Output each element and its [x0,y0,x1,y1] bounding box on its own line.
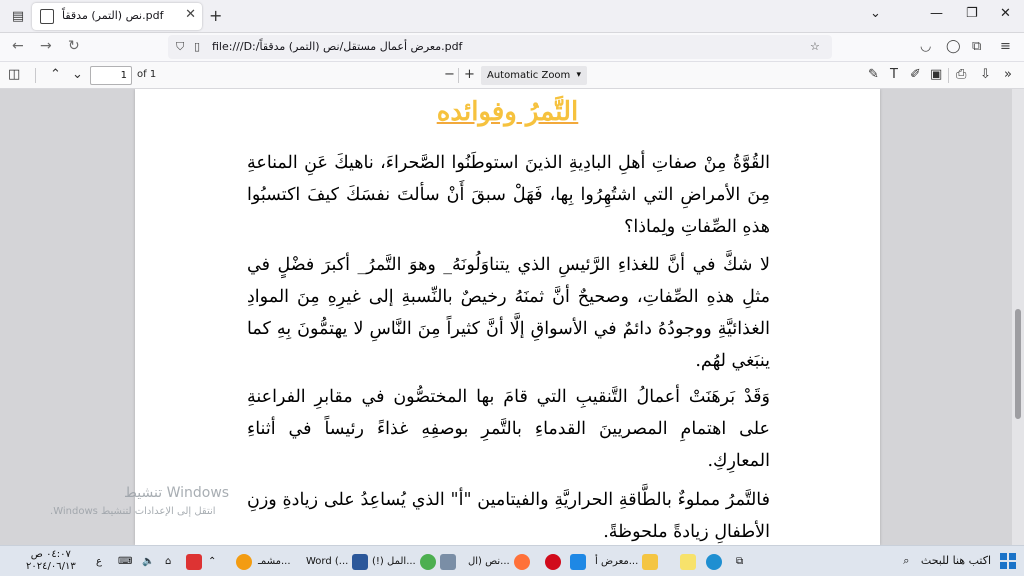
mail-icon[interactable] [570,551,586,572]
previous-page-icon[interactable]: ⌃ [50,67,61,82]
tab-strip: ▤ نص (التمر) مدققاً.pdf ✕ + ⌄ — ❐ ✕ [0,0,1024,33]
highlight-icon[interactable]: ✎ [868,67,879,82]
close-tab-icon[interactable]: ✕ [185,7,196,22]
new-tab-icon[interactable]: + [209,6,222,25]
pdf-toolbar: ◫ ⌃ ⌄ 1 of 1 − + Automatic Zoom ▾ ✎ T ✐ … [0,62,1024,89]
chrome-icon [419,553,436,570]
next-page-icon[interactable]: ⌄ [72,67,83,82]
taskbar-app-orange[interactable] [236,551,252,572]
back-icon[interactable]: ← [12,38,24,54]
paragraph-2: لا شكَّ في أنَّ للغذاءِ الرَّئيسِ الذي ي… [247,255,770,371]
paragraph-4: فالتَّمرُ مملوءٌ بالطَّاقةِ الحراريَّةِ … [247,490,770,542]
pdf-file-icon [40,9,54,24]
zoom-out-icon[interactable]: − [444,67,455,82]
tab-active[interactable]: نص (التمر) مدققاً.pdf ✕ [32,3,202,30]
system-clock[interactable]: ٠٤:٠٧ ص ٢٠٢٤/٠٦/١٣ [26,549,76,573]
page-number-input[interactable]: 1 [90,66,132,85]
scrollbar-thumb[interactable] [1015,309,1021,419]
paragraph-1: القُوَّةُ مِنْ صفاتِ أهلِ البادِيةِ الذي… [247,153,770,237]
menu-icon[interactable]: ≡ [1000,39,1011,54]
tab-title: نص (التمر) مدققاً.pdf [62,9,164,22]
page-icon[interactable]: ▯ [194,40,200,53]
forward-icon[interactable]: → [40,38,52,54]
more-tools-icon[interactable]: » [1004,67,1012,82]
restore-icon[interactable]: ❐ [966,6,978,21]
divider [948,68,949,83]
zoom-select[interactable]: Automatic Zoom ▾ [481,66,587,85]
tray-chevron-icon[interactable]: ⌃ [208,551,216,572]
text-icon[interactable]: T [890,67,898,82]
url-text[interactable]: file:///D:/معرض أعمال مستقل/نص (التمر) م… [212,40,462,53]
vertical-scrollbar[interactable] [1012,89,1024,545]
taskbar-item-3[interactable]: (!) المل... [372,551,436,572]
pocket-icon[interactable]: ◡ [920,39,931,54]
print-icon[interactable]: ⎙ [956,67,966,82]
pdf-viewer: التَّمرُ وفوائده القُوَّةُ مِنْ صفاتِ أه… [0,89,1024,545]
taskbar-item-5[interactable]: مشمـ... [258,551,291,572]
url-bar[interactable]: ⛉ ▯ file:///D:/معرض أعمال مستقل/نص (التم… [168,35,832,59]
search-icon: ⌕ [903,554,910,567]
save-icon[interactable]: ⇩ [980,67,991,82]
activation-watermark-subtitle: انتقل إلى الإعدادات لتنشيط Windows. [50,506,216,517]
taskbar-item-1[interactable]: معرض أ... [595,551,659,572]
account-icon[interactable]: ◯ [946,39,961,54]
keyboard-icon[interactable]: ⌨ [118,551,132,572]
firefox-icon [513,553,530,570]
sticky-notes-icon[interactable] [680,551,696,572]
image-icon[interactable]: ▣ [930,67,942,82]
task-view-icon[interactable]: ⧉ [736,551,743,572]
draw-icon[interactable]: ✐ [910,67,921,82]
taskbar-item-4[interactable]: Word (... [306,551,369,572]
paragraph-3: وَقَدْ بَرهَنَتْ أعمالُ التَّنقيبِ التي … [247,387,770,471]
shield-icon[interactable]: ⛉ [176,40,184,54]
sidebar-toggle-icon[interactable]: ◫ [8,67,20,82]
chevron-down-icon: ▾ [576,70,581,80]
volume-icon[interactable]: 🔈 [142,551,154,572]
page-count: of 1 [137,69,157,80]
edge-icon[interactable] [706,551,722,572]
activation-watermark-title: تنشيط Windows [124,485,230,501]
bookmark-star-icon[interactable]: ☆ [810,40,820,53]
close-window-icon[interactable]: ✕ [1000,6,1011,21]
taskbar-item-2[interactable]: نص (ال... [468,551,530,572]
reload-icon[interactable]: ↻ [68,38,80,54]
taskbar: ٠٤:٠٧ ص ٢٠٢٤/٠٦/١٣ ع ⌨ 🔈 ⌂ ⌃ مشمـ... Wor… [0,545,1024,576]
zoom-in-icon[interactable]: + [464,67,475,82]
navigation-bar: ← → ↻ ⛉ ▯ file:///D:/معرض أعمال مستقل/نص… [0,33,1024,62]
windows-start-icon[interactable] [1000,553,1016,569]
network-icon[interactable]: ⌂ [165,551,171,572]
language-indicator[interactable]: ع [96,551,102,572]
chevron-down-icon[interactable]: ⌄ [870,6,881,21]
divider [458,68,459,83]
document-title: التَّمرُ وفوائده [436,97,579,127]
zoom-value: Automatic Zoom [487,70,571,81]
minimize-icon[interactable]: — [930,6,943,21]
taskbar-app-tool[interactable] [440,551,456,572]
divider [35,68,36,83]
word-icon [352,553,369,570]
folder-icon [642,553,659,570]
taskbar-search-input[interactable]: اكتب هنا للبحث ⌕ [870,550,995,572]
tray-app-icon[interactable] [186,551,202,572]
extensions-icon[interactable]: ⧉ [972,39,981,54]
pdf-page: التَّمرُ وفوائده القُوَّةُ مِنْ صفاتِ أه… [135,89,880,545]
tab-list-button[interactable]: ▤ [8,6,28,26]
opera-icon[interactable] [545,551,561,572]
